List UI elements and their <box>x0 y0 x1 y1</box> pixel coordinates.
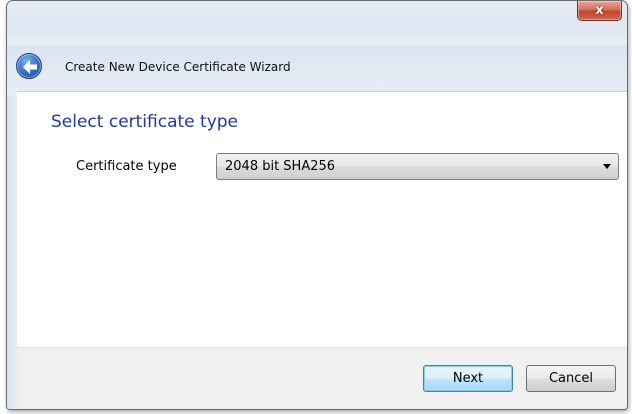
wizard-content: Select certificate type Certificate type… <box>17 91 627 347</box>
certificate-type-select[interactable]: 2048 bit SHA256 <box>216 153 619 180</box>
certificate-type-label: Certificate type <box>76 159 177 174</box>
cancel-button[interactable]: Cancel <box>526 365 616 392</box>
window-side-frame <box>7 95 17 409</box>
certificate-type-value: 2048 bit SHA256 <box>225 159 336 174</box>
wizard-title: Create New Device Certificate Wizard <box>65 60 291 74</box>
wizard-window: x Create New Device Certificate Wizard S… <box>6 0 628 410</box>
back-arrow-icon <box>23 60 37 74</box>
title-bar <box>7 1 627 45</box>
close-icon: x <box>595 3 604 18</box>
chevron-down-icon <box>596 154 618 179</box>
page-heading: Select certificate type <box>51 112 239 132</box>
close-button[interactable]: x <box>577 1 622 21</box>
back-button[interactable] <box>16 53 42 79</box>
wizard-footer: Next Cancel <box>17 347 627 409</box>
next-button[interactable]: Next <box>423 365 513 392</box>
